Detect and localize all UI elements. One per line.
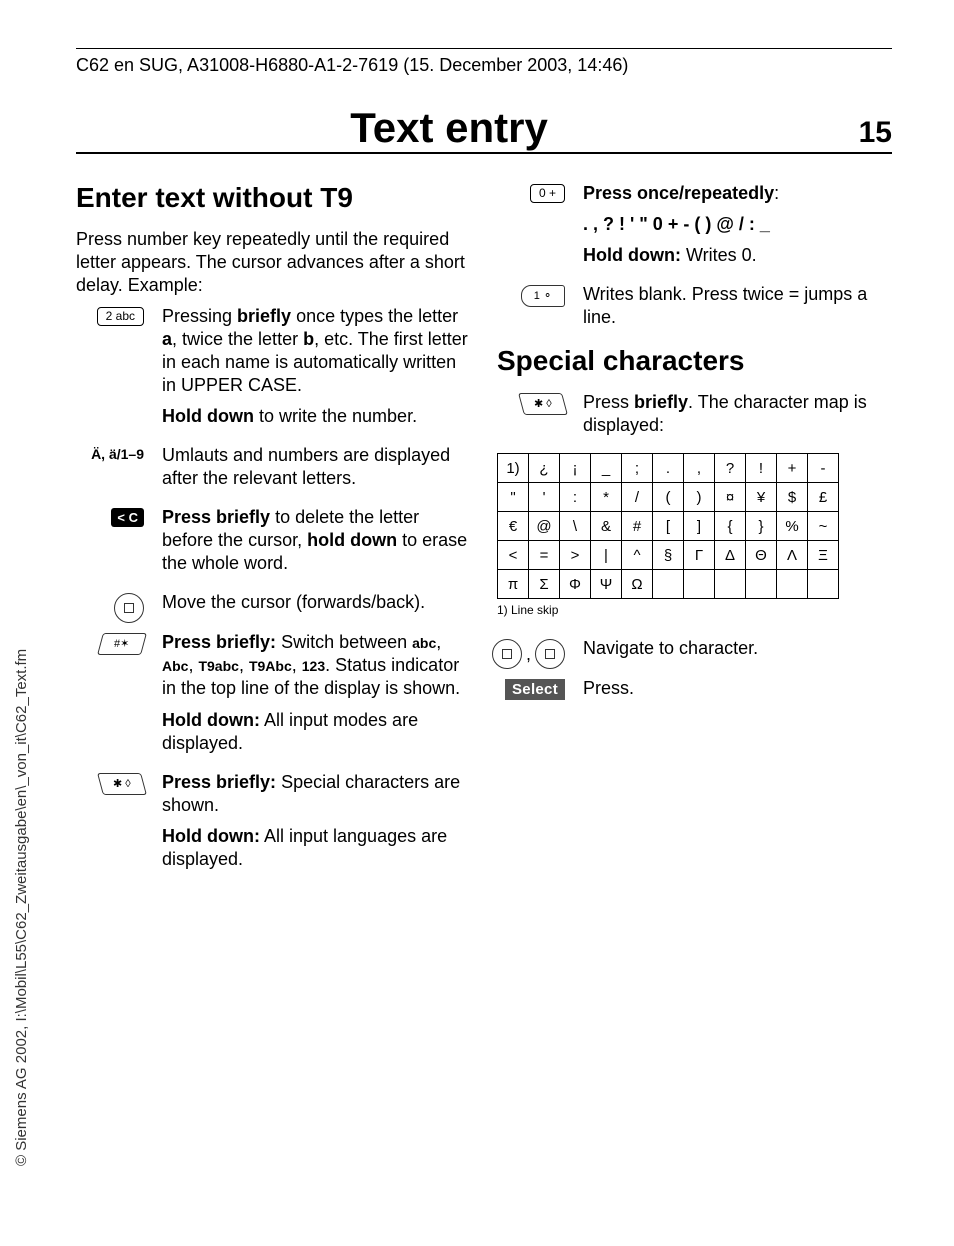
char-cell: ^ bbox=[622, 541, 653, 570]
star-key-left: ✱ ◊ bbox=[97, 773, 147, 795]
char-cell bbox=[808, 570, 839, 599]
copyright-line: © Siemens AG 2002, I:\Mobil\L55\C62_Zwei… bbox=[13, 649, 30, 1166]
char-cell: { bbox=[715, 512, 746, 541]
row-special: Press briefly. The character map is disp… bbox=[583, 391, 892, 437]
char-cell: = bbox=[529, 541, 560, 570]
key-0plus: 0 + bbox=[530, 184, 565, 203]
char-cell bbox=[653, 570, 684, 599]
char-cell: ( bbox=[653, 483, 684, 512]
char-cell: > bbox=[560, 541, 591, 570]
nav-icon bbox=[535, 639, 565, 669]
char-cell: Ω bbox=[622, 570, 653, 599]
char-cell: & bbox=[591, 512, 622, 541]
char-cell: ) bbox=[684, 483, 715, 512]
char-cell: , bbox=[684, 454, 715, 483]
char-cell: € bbox=[498, 512, 529, 541]
header-rule bbox=[76, 48, 892, 49]
star-key-right: ✱ ◊ bbox=[518, 393, 568, 415]
page-number: 15 bbox=[842, 116, 892, 150]
char-cell: ? bbox=[715, 454, 746, 483]
char-cell bbox=[684, 570, 715, 599]
char-cell bbox=[715, 570, 746, 599]
row-hash-2: Hold down: All input modes are displayed… bbox=[162, 709, 471, 755]
char-cell: Σ bbox=[529, 570, 560, 599]
page-title: Text entry bbox=[76, 104, 822, 152]
h2-enter-text: Enter text without T9 bbox=[76, 182, 471, 214]
char-cell: ; bbox=[622, 454, 653, 483]
char-cell: \ bbox=[560, 512, 591, 541]
char-cell: < bbox=[498, 541, 529, 570]
char-cell: Ψ bbox=[591, 570, 622, 599]
nav-icons-pair: , bbox=[492, 639, 565, 669]
key-2abc: 2 abc bbox=[97, 307, 144, 326]
intro-para: Press number key repeatedly until the re… bbox=[76, 228, 471, 297]
char-cell: - bbox=[808, 454, 839, 483]
page-header: C62 en SUG, A31008-H6880-A1-2-7619 (15. … bbox=[76, 55, 892, 76]
row-hash-1: Press briefly: Switch between abc, Abc, … bbox=[162, 631, 471, 700]
row-press: Press. bbox=[583, 677, 892, 700]
char-cell: Θ bbox=[746, 541, 777, 570]
char-cell: } bbox=[746, 512, 777, 541]
char-table: 1)¿¡_;.,?!+- "':*/()¤¥$£ €@\&#[]{}%~ <=>|^§… bbox=[497, 453, 839, 599]
row-0-2: . , ? ! ' " 0 + - ( ) @ / : _ bbox=[583, 213, 892, 236]
char-cell: ¤ bbox=[715, 483, 746, 512]
char-cell: * bbox=[591, 483, 622, 512]
char-cell: ] bbox=[684, 512, 715, 541]
row-clear: Press briefly to delete the letter befor… bbox=[162, 506, 471, 575]
char-cell: / bbox=[622, 483, 653, 512]
char-cell: " bbox=[498, 483, 529, 512]
select-softkey: Select bbox=[505, 679, 565, 700]
char-cell bbox=[746, 570, 777, 599]
row-nav: Move the cursor (forwards/back). bbox=[162, 591, 471, 614]
char-cell: § bbox=[653, 541, 684, 570]
char-cell: [ bbox=[653, 512, 684, 541]
nav-icon bbox=[492, 639, 522, 669]
char-cell: Γ bbox=[684, 541, 715, 570]
nav-icon bbox=[114, 593, 144, 623]
row-2abc-1: Pressing briefly once types the letter a… bbox=[162, 305, 471, 397]
char-cell: Λ bbox=[777, 541, 808, 570]
char-cell: # bbox=[622, 512, 653, 541]
char-cell: Φ bbox=[560, 570, 591, 599]
char-cell: ¿ bbox=[529, 454, 560, 483]
title-row: Text entry 15 bbox=[76, 104, 892, 154]
row-star-1: Press briefly: Special characters are sh… bbox=[162, 771, 471, 817]
footnote: 1) Line skip bbox=[497, 603, 892, 617]
row-star-2: Hold down: All input languages are displ… bbox=[162, 825, 471, 871]
char-cell: ¡ bbox=[560, 454, 591, 483]
row-0-3: Hold down: Writes 0. bbox=[583, 244, 892, 267]
char-cell bbox=[777, 570, 808, 599]
char-cell: π bbox=[498, 570, 529, 599]
char-cell: @ bbox=[529, 512, 560, 541]
char-cell: | bbox=[591, 541, 622, 570]
char-cell: ! bbox=[746, 454, 777, 483]
hash-key: #✶ bbox=[97, 633, 147, 655]
clear-key: < C bbox=[111, 508, 144, 527]
char-cell: $ bbox=[777, 483, 808, 512]
h2-special: Special characters bbox=[497, 345, 892, 377]
char-cell: ~ bbox=[808, 512, 839, 541]
char-cell: + bbox=[777, 454, 808, 483]
char-cell: Δ bbox=[715, 541, 746, 570]
row-navigate: Navigate to character. bbox=[583, 637, 892, 660]
left-column: Enter text without T9 Press number key r… bbox=[76, 182, 471, 887]
char-cell: : bbox=[560, 483, 591, 512]
char-cell: % bbox=[777, 512, 808, 541]
umlaut-label: Ä, ä/1–9 bbox=[91, 446, 144, 462]
right-column: 0 + Press once/repeatedly: . , ? ! ' " 0… bbox=[497, 182, 892, 887]
row-1: Writes blank. Press twice = jumps a line… bbox=[583, 283, 892, 329]
key-1: 1 ⚬ bbox=[521, 285, 565, 307]
char-cell: Ξ bbox=[808, 541, 839, 570]
char-cell: _ bbox=[591, 454, 622, 483]
char-cell: ' bbox=[529, 483, 560, 512]
char-cell: £ bbox=[808, 483, 839, 512]
row-0-1: Press once/repeatedly: bbox=[583, 182, 892, 205]
char-cell: . bbox=[653, 454, 684, 483]
row-umlaut: Umlauts and numbers are displayed after … bbox=[162, 444, 471, 490]
row-2abc-2: Hold down to write the number. bbox=[162, 405, 471, 428]
char-cell: ¥ bbox=[746, 483, 777, 512]
char-cell: 1) bbox=[498, 454, 529, 483]
